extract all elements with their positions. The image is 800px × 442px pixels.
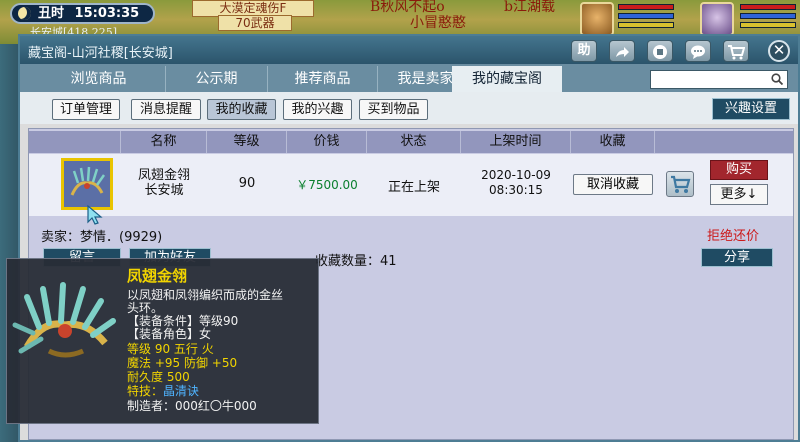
cart-icon: [671, 175, 691, 193]
tooltip-maker: 制造者：000红〇牛000: [127, 399, 257, 413]
header-actions: [655, 131, 793, 153]
header-favorite: 收藏: [571, 131, 655, 153]
search-box: [650, 70, 788, 89]
sub-navigation: 订单管理 消息提醒 我的收藏 我的兴趣 买到物品 兴趣设置: [20, 92, 798, 124]
more-button[interactable]: 更多↓: [710, 184, 768, 205]
share-button[interactable]: 分享: [701, 248, 773, 267]
interest-settings-button[interactable]: 兴趣设置: [712, 98, 790, 120]
clock-time: 15:03:35: [74, 6, 140, 21]
tab-recommended[interactable]: 推荐商品: [268, 66, 378, 92]
search-icon[interactable]: [771, 73, 783, 85]
item-server: 长安城: [144, 183, 184, 198]
tooltip-item-name: 凤翅金翎: [127, 267, 188, 285]
item-name-cell: 凤翅金翎 长安城: [121, 168, 207, 198]
window-titlebar[interactable]: 藏宝阁-山河社稷[长安城] 助 ✕: [20, 36, 798, 64]
my-interests-button[interactable]: 我的兴趣: [283, 99, 352, 120]
message-reminder-button[interactable]: 消息提醒: [131, 99, 201, 120]
header-list-time: 上架时间: [461, 131, 571, 153]
help-button[interactable]: 助: [571, 40, 597, 62]
list-time: 08:30:15: [489, 183, 543, 197]
my-favorites-button[interactable]: 我的收藏: [207, 99, 276, 120]
favorite-count: 收藏数量：41: [315, 254, 397, 269]
item-level: 90: [238, 176, 256, 191]
stop-button[interactable]: [647, 40, 673, 62]
close-button[interactable]: ✕: [768, 40, 790, 62]
share-arrow-icon: [616, 47, 629, 57]
moon-icon: [18, 7, 31, 20]
tab-browse-goods[interactable]: 浏览商品: [32, 66, 166, 92]
refuse-bargain-label: 拒绝还价: [707, 229, 760, 244]
feather-crown-icon: [12, 282, 116, 358]
bought-items-button[interactable]: 买到物品: [359, 99, 428, 120]
table-header: 名称 等级 价钱 状态 上架时间 收藏: [29, 131, 793, 153]
item-status: 正在上架: [387, 180, 440, 195]
stop-icon: [653, 45, 667, 59]
cart-button[interactable]: [723, 40, 749, 62]
tooltip-stat-2: 魔法 +95 防御 +50: [127, 356, 238, 370]
buy-button[interactable]: 购买: [710, 160, 768, 180]
tooltip-stat-3: 耐久度 500: [127, 370, 190, 384]
share-button[interactable]: [609, 40, 635, 62]
item-price: ￥7500.00: [296, 178, 358, 192]
chat-icon: [691, 45, 705, 59]
seller-info: 卖家：梦情．(9929): [41, 230, 163, 245]
cursor-icon: [87, 204, 103, 225]
player-name-2: b江湖载: [504, 0, 555, 15]
pet-avatar[interactable]: [580, 2, 614, 36]
search-input[interactable]: [651, 71, 769, 88]
table-row: 凤翅金翎 长安城 90 ￥7500.00 正在上架 2020-10-09 08:…: [29, 154, 793, 225]
header-status: 状态: [367, 131, 461, 153]
add-to-cart-button[interactable]: [666, 171, 694, 197]
order-management-button[interactable]: 订单管理: [52, 99, 120, 120]
item-tooltip: 凤翅金翎 以凤翅和凤翎编织而成的金丝 头环。 【装备条件】等级90 【装备角色】…: [6, 258, 319, 424]
cancel-favorite-button[interactable]: 取消收藏: [573, 174, 653, 195]
header-level: 等级: [207, 131, 287, 153]
item-thumbnail[interactable]: [61, 158, 113, 210]
tab-public-period[interactable]: 公示期: [166, 66, 268, 92]
player-status-bars: [740, 4, 796, 31]
header-price: 价钱: [287, 131, 367, 153]
chat-button[interactable]: [685, 40, 711, 62]
player-name-3: 小冒憨憨: [410, 15, 466, 31]
tooltip-stat-1: 等级 90 五行 火: [127, 342, 214, 356]
tooltip-skill: 特技：晶清诀: [127, 385, 199, 398]
tab-my-treasure[interactable]: 我的藏宝阁: [452, 66, 562, 92]
cart-icon: [728, 45, 746, 60]
pet-status-bars: [618, 4, 674, 31]
tooltip-skill-name: 晶清诀: [163, 384, 200, 398]
item-name: 凤翅金翎: [137, 168, 190, 183]
item-list-time: 2020-10-09 08:30:15: [461, 168, 571, 198]
player-avatar[interactable]: [700, 2, 734, 36]
main-tabs: 浏览商品 公示期 推荐商品 我是卖家 我的藏宝阁: [20, 64, 798, 92]
tooltip-req-role: 【装备角色】女: [127, 327, 212, 341]
tooltip-skill-prefix: 特技：: [127, 384, 164, 398]
header-blank: [29, 131, 121, 153]
shop-tag: 70武器: [218, 15, 292, 31]
game-clock: 丑时 15:03:35: [10, 3, 155, 24]
list-date: 2020-10-09: [481, 168, 551, 182]
window-title: 藏宝阁-山河社稷[长安城]: [28, 46, 173, 61]
header-name: 名称: [121, 131, 207, 153]
feather-crown-icon: [64, 161, 110, 207]
clock-period: 丑时: [38, 6, 65, 21]
